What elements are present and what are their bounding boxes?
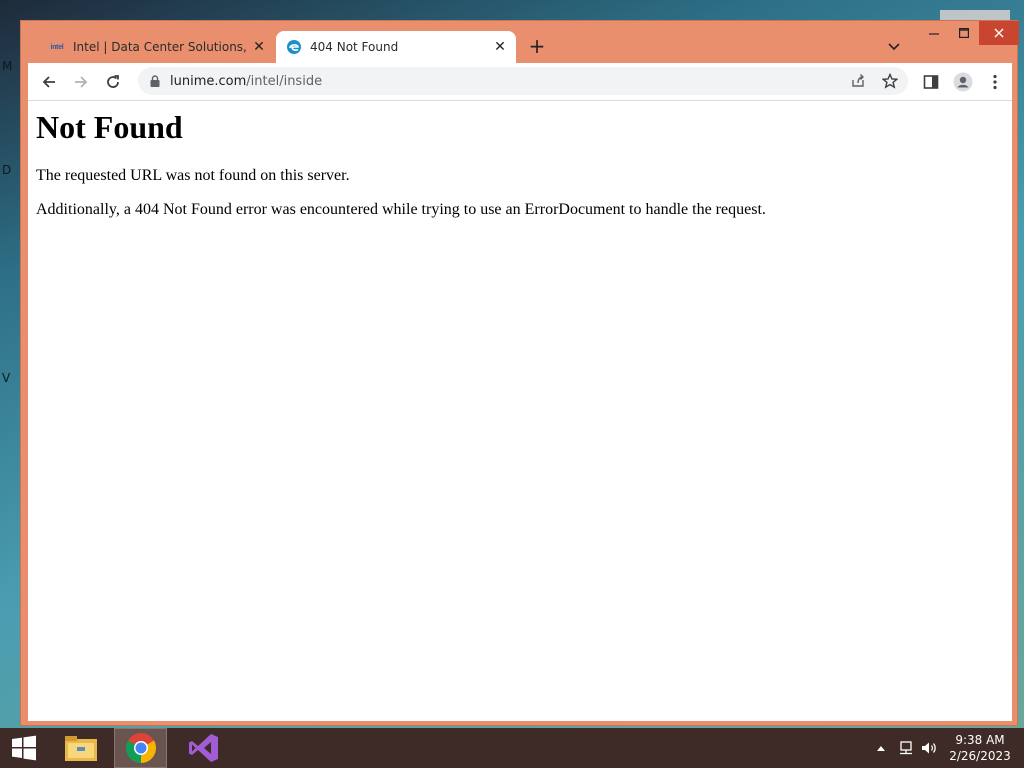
start-icon	[12, 735, 36, 761]
file-explorer-button[interactable]	[56, 728, 106, 768]
page-content: Not Found The requested URL was not foun…	[28, 100, 1012, 721]
taskbar: 9:38 AM 2/26/2023	[0, 728, 1024, 768]
network-button[interactable]	[896, 728, 916, 768]
chrome-taskbar-button[interactable]	[114, 728, 167, 768]
clock-time: 9:38 AM	[955, 733, 1005, 747]
address-bar[interactable]: lunime.com/intel/inside	[138, 67, 908, 95]
start-button[interactable]	[0, 728, 48, 768]
chrome-icon	[125, 733, 156, 763]
visual-studio-icon	[189, 734, 218, 762]
url-host: lunime.com	[170, 73, 247, 89]
clock-date: 2/26/2023	[949, 749, 1011, 763]
desktop-icon-label[interactable]: D	[2, 163, 11, 177]
volume-button[interactable]	[920, 728, 940, 768]
network-icon	[900, 741, 912, 755]
tab-title: 404 Not Found	[310, 40, 399, 54]
show-hidden-icons-button[interactable]	[874, 728, 888, 768]
window-close-button[interactable]	[979, 21, 1019, 45]
chevron-up-icon	[877, 746, 885, 751]
page-heading: Not Found	[36, 109, 183, 145]
speaker-icon	[922, 742, 936, 754]
desktop-icon-label[interactable]: V	[2, 371, 10, 385]
forward-button[interactable]	[68, 69, 94, 95]
edge-globe-icon	[286, 39, 302, 55]
lock-icon[interactable]	[150, 74, 162, 88]
profile-button[interactable]	[950, 69, 976, 95]
system-clock[interactable]: 9:38 AM 2/26/2023	[944, 732, 1016, 764]
error-detail: Additionally, a 404 Not Found error was …	[36, 201, 766, 218]
share-icon[interactable]	[850, 73, 866, 93]
forward-arrow-icon	[75, 76, 88, 88]
intel-logo-icon: intel	[50, 43, 64, 51]
tab-title: Intel | Data Center Solutions, IoT	[73, 40, 249, 54]
profile-avatar-icon	[953, 72, 973, 92]
browser-toolbar: lunime.com/intel/inside	[28, 63, 1012, 100]
close-icon[interactable]: ✕	[490, 37, 510, 57]
title-bar[interactable]: intel Intel | Data Center Solutions, IoT…	[21, 21, 1019, 63]
browser-window: intel Intel | Data Center Solutions, IoT…	[20, 20, 1019, 726]
side-panel-button[interactable]	[918, 69, 944, 95]
more-vertical-icon	[993, 74, 997, 90]
visual-studio-button[interactable]	[176, 728, 232, 768]
tab-intel[interactable]: intel Intel | Data Center Solutions, IoT…	[39, 31, 275, 63]
reload-button[interactable]	[100, 69, 126, 95]
url-text: lunime.com/intel/inside	[170, 74, 322, 89]
close-icon[interactable]: ✕	[249, 37, 269, 57]
back-button[interactable]	[36, 69, 62, 95]
file-explorer-icon	[65, 736, 97, 761]
maximize-button[interactable]	[949, 21, 979, 45]
error-message: The requested URL was not found on this …	[36, 167, 350, 184]
back-arrow-icon	[42, 76, 55, 88]
desktop-icon-label[interactable]: M	[2, 59, 12, 73]
minimize-button[interactable]	[919, 21, 949, 45]
tab-search-chevron-icon[interactable]	[883, 36, 905, 58]
tab-404-not-found[interactable]: 404 Not Found ✕	[276, 31, 516, 63]
new-tab-button[interactable]: +	[526, 36, 548, 58]
side-panel-icon	[923, 75, 939, 89]
url-path: /intel/inside	[246, 73, 323, 89]
reload-icon	[107, 75, 119, 88]
bookmark-star-icon[interactable]	[881, 72, 899, 93]
menu-button[interactable]	[982, 69, 1008, 95]
